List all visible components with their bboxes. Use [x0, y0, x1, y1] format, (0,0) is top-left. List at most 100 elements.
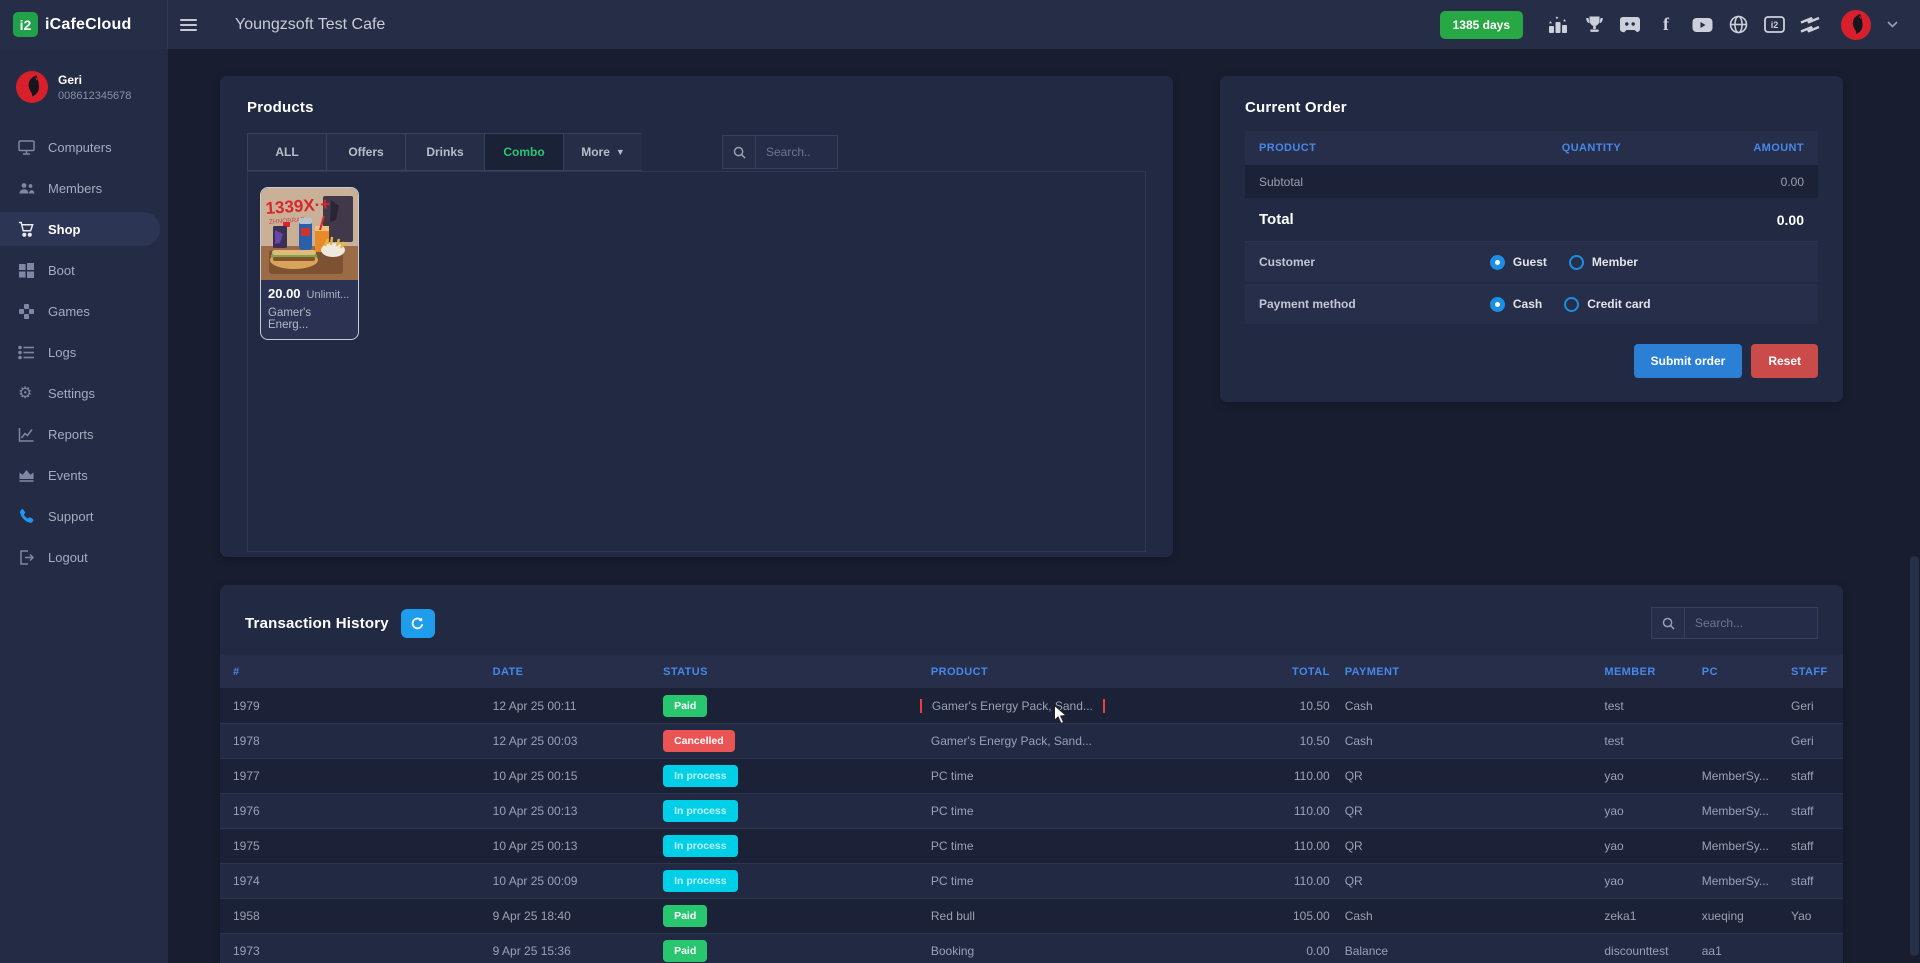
search-icon — [722, 135, 756, 169]
cell-pc: MemberSy... — [1689, 769, 1778, 783]
cell-payment: QR — [1332, 839, 1592, 853]
table-row[interactable]: 1979 12 Apr 25 00:11 Paid Gamer's Energy… — [220, 688, 1843, 723]
sidebar-item-settings[interactable]: ⚙ Settings — [0, 376, 160, 410]
tab-drinks[interactable]: Drinks — [405, 133, 484, 171]
customer-member-radio[interactable]: Member — [1569, 255, 1638, 270]
cell-pc: xueqing — [1689, 909, 1778, 923]
payment-credit-card-radio[interactable]: Credit card — [1564, 297, 1650, 312]
table-row[interactable]: 1977 10 Apr 25 00:15 In process PC time … — [220, 758, 1843, 793]
cell-product: Booking — [918, 944, 1251, 958]
sidebar-item-logout[interactable]: Logout — [0, 540, 160, 574]
page-scrollbar[interactable] — [1910, 556, 1919, 956]
cell-date: 10 Apr 25 00:13 — [480, 839, 650, 853]
reset-button[interactable]: Reset — [1751, 344, 1818, 378]
cell-staff: staff — [1778, 804, 1843, 818]
transaction-history-title: Transaction History — [245, 615, 389, 632]
table-row[interactable]: 1978 12 Apr 25 00:03 Cancelled Gamer's E… — [220, 723, 1843, 758]
radio-selected-icon — [1490, 297, 1505, 312]
product-stock-badge: Unlimit... — [307, 289, 350, 301]
cell-pc: MemberSy... — [1689, 804, 1778, 818]
cell-member: yao — [1591, 874, 1688, 888]
cell-status: Paid — [650, 940, 918, 962]
table-row[interactable]: 1975 10 Apr 25 00:13 In process PC time … — [220, 828, 1843, 863]
facebook-icon[interactable]: f — [1655, 14, 1677, 36]
transactions-search — [1651, 607, 1818, 639]
sidebar-item-logs[interactable]: Logs — [0, 335, 160, 369]
refresh-icon — [410, 616, 425, 631]
transactions-search-input[interactable] — [1685, 607, 1818, 639]
icafe-card-icon[interactable]: i2 — [1763, 14, 1785, 36]
cell-status: In process — [650, 765, 918, 787]
subtotal-label: Subtotal — [1259, 175, 1488, 189]
layers-icon[interactable] — [1799, 14, 1821, 36]
total-value: 0.00 — [1695, 212, 1804, 228]
cell-payment: Cash — [1332, 734, 1592, 748]
user-phone: 008612345678 — [58, 90, 131, 102]
subscription-days-badge[interactable]: 1385 days — [1440, 11, 1523, 39]
sidebar-item-boot[interactable]: Boot — [0, 253, 160, 287]
radio-unselected-icon — [1564, 297, 1579, 312]
cell-member: test — [1591, 699, 1688, 713]
sidebar-item-support[interactable]: Support — [0, 499, 160, 533]
current-order-panel: Current Order PRODUCT QUANTITY AMOUNT Su… — [1220, 76, 1843, 402]
products-search-input[interactable] — [756, 135, 838, 169]
refresh-button[interactable] — [401, 609, 435, 638]
cell-payment: QR — [1332, 874, 1592, 888]
sidebar: Geri 008612345678 Computers Members Shop… — [0, 49, 168, 963]
cell-total: 10.50 — [1251, 699, 1332, 713]
chevron-down-icon[interactable] — [1887, 21, 1898, 28]
phone-icon — [18, 508, 35, 525]
status-badge: Paid — [663, 940, 707, 962]
cell-id: 1976 — [220, 804, 480, 818]
sidebar-item-reports[interactable]: Reports — [0, 417, 160, 451]
status-badge: In process — [663, 800, 738, 822]
main-content: Products ALL Offers Drinks Combo More▼ — [168, 49, 1920, 963]
user-avatar[interactable] — [1841, 10, 1871, 40]
sidebar-item-label: Events — [48, 468, 88, 483]
order-subtotal-row: Subtotal 0.00 — [1245, 165, 1818, 198]
discord-icon[interactable] — [1619, 14, 1641, 36]
sidebar-item-members[interactable]: Members — [0, 171, 160, 205]
cell-member: test — [1591, 734, 1688, 748]
submit-order-button[interactable]: Submit order — [1634, 344, 1743, 378]
trophy-icon[interactable] — [1583, 14, 1605, 36]
cell-date: 9 Apr 25 18:40 — [480, 909, 650, 923]
sidebar-item-events[interactable]: Events — [0, 458, 160, 492]
cell-total: 105.00 — [1251, 909, 1332, 923]
cell-product: Gamer's Energy Pack, Sand... — [918, 699, 1251, 713]
sidebar-item-label: Reports — [48, 427, 94, 442]
youtube-icon[interactable] — [1691, 14, 1713, 36]
table-row[interactable]: 1973 9 Apr 25 15:36 Paid Booking 0.00 Ba… — [220, 933, 1843, 963]
table-row[interactable]: 1976 10 Apr 25 00:13 In process PC time … — [220, 793, 1843, 828]
product-card-gamers-energy[interactable]: 1339X·+ ZHNQBRAB — [260, 187, 359, 340]
user-avatar-small[interactable] — [16, 71, 48, 103]
tab-all[interactable]: ALL — [247, 133, 326, 171]
ranking-icon[interactable] — [1547, 14, 1569, 36]
sidebar-item-label: Boot — [48, 263, 75, 278]
sidebar-item-games[interactable]: Games — [0, 294, 160, 328]
cell-payment: QR — [1332, 804, 1592, 818]
brand: i2 iCafeCloud — [0, 0, 168, 49]
customer-guest-radio[interactable]: Guest — [1490, 255, 1547, 270]
sidebar-item-shop[interactable]: Shop — [0, 212, 160, 246]
table-row[interactable]: 1974 10 Apr 25 00:09 In process PC time … — [220, 863, 1843, 898]
cell-id: 1978 — [220, 734, 480, 748]
tab-more[interactable]: More▼ — [563, 133, 642, 171]
tab-offers[interactable]: Offers — [326, 133, 405, 171]
cell-payment: Balance — [1332, 944, 1592, 958]
cell-total: 0.00 — [1251, 944, 1332, 958]
customer-row: Customer Guest Member — [1245, 242, 1818, 282]
hamburger-menu-icon[interactable] — [180, 16, 197, 34]
globe-icon[interactable] — [1727, 14, 1749, 36]
tab-combo[interactable]: Combo — [484, 133, 563, 171]
payment-cash-radio[interactable]: Cash — [1490, 297, 1542, 312]
caret-down-icon: ▼ — [616, 147, 625, 157]
customer-label: Customer — [1259, 255, 1488, 269]
sidebar-item-computers[interactable]: Computers — [0, 130, 160, 164]
cell-payment: Cash — [1332, 699, 1592, 713]
cell-total: 110.00 — [1251, 839, 1332, 853]
sidebar-item-label: Logout — [48, 550, 88, 565]
table-row[interactable]: 1958 9 Apr 25 18:40 Paid Red bull 105.00… — [220, 898, 1843, 933]
sidebar-item-label: Settings — [48, 386, 95, 401]
cell-id: 1973 — [220, 944, 480, 958]
